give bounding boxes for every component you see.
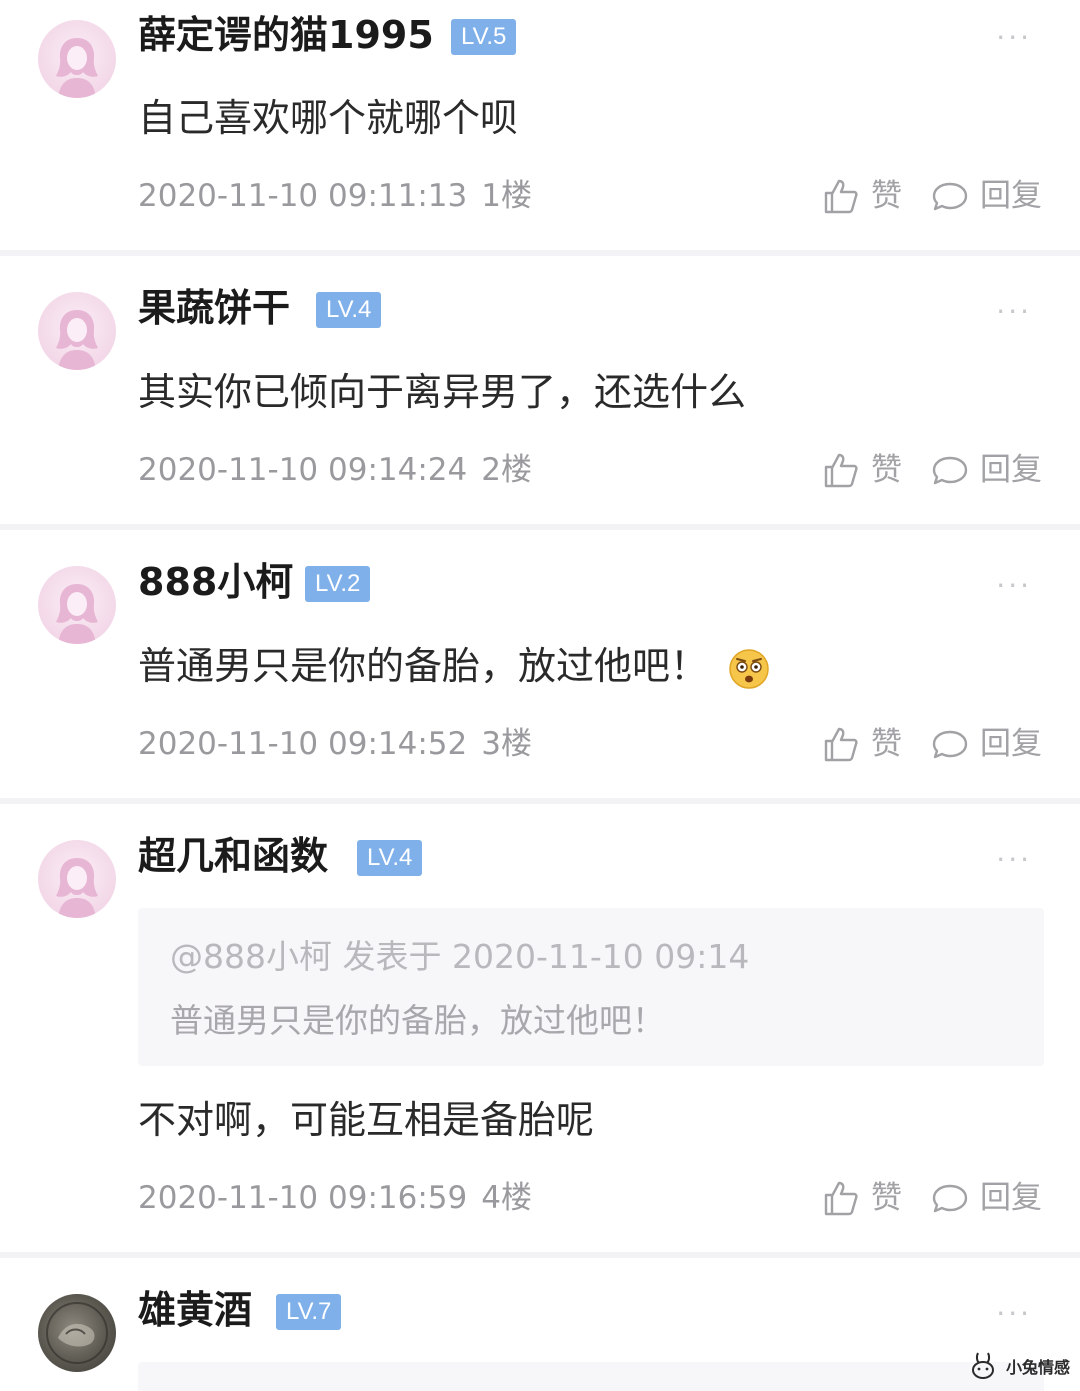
like-button[interactable]: 赞 — [821, 724, 902, 764]
default-female-avatar-icon — [56, 38, 98, 98]
avatar[interactable] — [38, 20, 116, 98]
reply-label: 回复 — [980, 178, 1042, 214]
comment-text-body: 普通男只是你的备胎，放过他吧！ — [138, 644, 709, 688]
like-button[interactable]: 赞 — [821, 450, 902, 490]
reply-label: 回复 — [980, 1180, 1042, 1216]
comment-actions: 赞 回复 — [821, 724, 1042, 764]
like-button[interactable]: 赞 — [821, 176, 902, 216]
like-label: 赞 — [871, 452, 902, 488]
default-female-avatar-icon — [56, 310, 98, 370]
reply-button[interactable]: 回复 — [930, 450, 1042, 490]
floor-number: 2楼 — [481, 452, 532, 488]
timestamp: 2020-11-10 09:16:59 — [138, 1180, 468, 1216]
default-female-avatar-icon — [56, 584, 98, 644]
avatar[interactable] — [38, 292, 116, 370]
photo-avatar-icon — [46, 1302, 108, 1364]
level-badge: LV.4 — [316, 292, 382, 328]
comment-bubble-icon — [932, 1184, 968, 1213]
timestamp: 2020-11-10 09:14:24 — [138, 452, 468, 488]
comment-bubble-icon — [932, 730, 968, 759]
comment-meta: 2020-11-10 09:11:13 1楼 — [138, 176, 532, 216]
watermark-logo: 小兔情感 — [968, 1351, 1070, 1381]
comment-meta: 2020-11-10 09:14:24 2楼 — [138, 450, 532, 490]
username[interactable]: 超几和函数 — [138, 834, 328, 878]
comment-item: 薛定谔的猫1995 LV.5 ··· 自己喜欢哪个就哪个呗 2020-11-10… — [0, 0, 1080, 250]
watermark-text: 小兔情感 — [1005, 1358, 1070, 1377]
comment-item: 果蔬饼干 LV.4 ··· 其实你已倾向于离异男了，还选什么 2020-11-1… — [0, 256, 1080, 524]
comment-meta: 2020-11-10 09:14:52 3楼 — [138, 724, 532, 764]
floor-number: 3楼 — [481, 726, 532, 762]
comment-bubble-icon — [932, 456, 968, 485]
level-badge: LV.2 — [305, 566, 371, 602]
comment-item: 超几和函数 LV.4 ··· @888小柯 发表于 2020-11-10 09:… — [0, 804, 1080, 1252]
floor-number: 1楼 — [481, 178, 532, 214]
reply-button[interactable]: 回复 — [930, 1178, 1042, 1218]
more-options-button[interactable]: ··· — [996, 24, 1032, 52]
rabbit-logo-icon — [971, 1352, 994, 1379]
comment-actions: 赞 回复 — [821, 176, 1042, 216]
quote-header: @888小柯 发表于 2020-11-10 09:14 — [170, 937, 750, 976]
more-options-button[interactable]: ··· — [996, 846, 1032, 874]
timestamp: 2020-11-10 09:14:52 — [138, 726, 468, 762]
username[interactable]: 薛定谔的猫1995 — [138, 13, 434, 57]
reply-label: 回复 — [980, 726, 1042, 762]
thumbs-up-icon — [824, 1181, 858, 1216]
quoted-reply[interactable]: @888小柯 发表于 2020-11-10 09:14 普通男只是你的备胎，放过… — [138, 908, 1044, 1066]
comment-meta: 2020-11-10 09:16:59 4楼 — [138, 1178, 532, 1218]
username[interactable]: 雄黄酒 — [138, 1288, 252, 1332]
comment-text: 普通男只是你的备胎，放过他吧！ — [138, 642, 770, 690]
comment-text: 其实你已倾向于离异男了，还选什么 — [138, 370, 747, 414]
comment-bubble-icon — [932, 182, 968, 211]
thumbs-up-icon — [824, 727, 858, 762]
shocked-face-icon — [729, 648, 769, 689]
more-options-button[interactable]: ··· — [996, 298, 1032, 326]
quoted-reply — [138, 1362, 1044, 1391]
reply-label: 回复 — [980, 452, 1042, 488]
like-label: 赞 — [871, 178, 902, 214]
reply-button[interactable]: 回复 — [930, 724, 1042, 764]
comment-item: 888小柯 LV.2 ··· 普通男只是你的备胎，放过他吧！ 2020-11-1… — [0, 530, 1080, 798]
more-options-button[interactable]: ··· — [996, 1300, 1032, 1328]
level-badge: LV.5 — [451, 19, 517, 55]
floor-number: 4楼 — [481, 1180, 532, 1216]
reply-button[interactable]: 回复 — [930, 176, 1042, 216]
like-label: 赞 — [871, 1180, 902, 1216]
avatar[interactable] — [38, 1294, 116, 1372]
comment-feed: 薛定谔的猫1995 LV.5 ··· 自己喜欢哪个就哪个呗 2020-11-10… — [0, 0, 1080, 1391]
level-badge: LV.7 — [276, 1294, 342, 1330]
thumbs-up-icon — [824, 453, 858, 488]
avatar[interactable] — [38, 840, 116, 918]
default-female-avatar-icon — [56, 858, 98, 918]
comment-item: 雄黄酒 LV.7 ··· — [0, 1258, 1080, 1391]
thumbs-up-icon — [824, 179, 858, 214]
comment-actions: 赞 回复 — [821, 1178, 1042, 1218]
timestamp: 2020-11-10 09:11:13 — [138, 178, 468, 214]
comment-text: 不对啊，可能互相是备胎呢 — [138, 1098, 595, 1142]
like-button[interactable]: 赞 — [821, 1178, 902, 1218]
comment-text: 自己喜欢哪个就哪个呗 — [138, 96, 519, 140]
like-label: 赞 — [871, 726, 902, 762]
avatar[interactable] — [38, 566, 116, 644]
username[interactable]: 果蔬饼干 — [138, 286, 290, 330]
quote-text: 普通男只是你的备胎，放过他吧！ — [170, 1001, 665, 1040]
level-badge: LV.4 — [357, 840, 423, 876]
more-options-button[interactable]: ··· — [996, 572, 1032, 600]
username[interactable]: 888小柯 — [138, 560, 293, 604]
comment-actions: 赞 回复 — [821, 450, 1042, 490]
